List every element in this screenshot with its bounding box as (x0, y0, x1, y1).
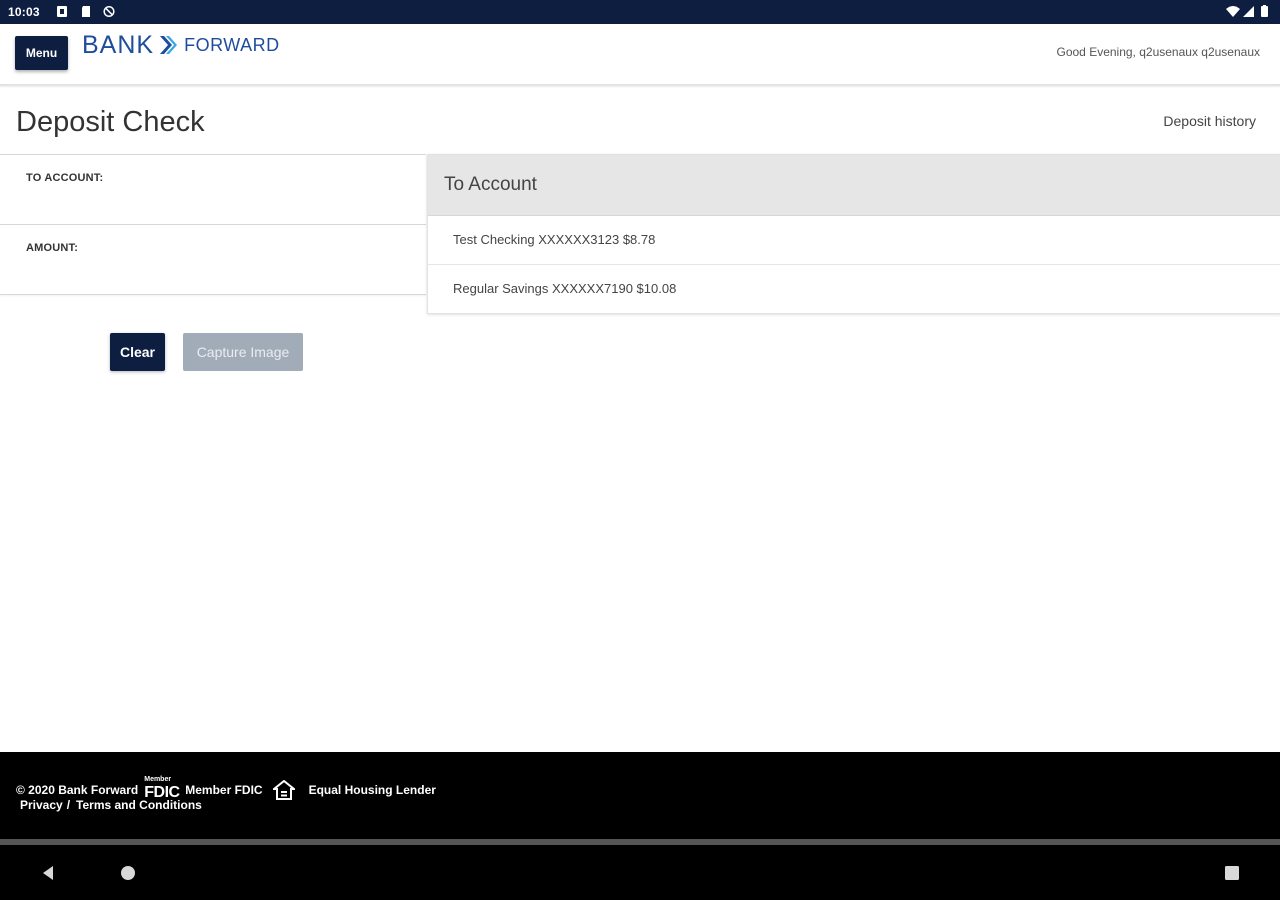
chevron-logo-icon (160, 36, 178, 54)
battery-icon (1261, 5, 1268, 17)
deposit-form: TO ACCOUNT: AMOUNT: (0, 154, 426, 295)
account-picker: To Account Test Checking XXXXXX3123 $8.7… (427, 154, 1280, 314)
amount-field[interactable]: AMOUNT: (0, 224, 426, 295)
link-separator: / (66, 798, 71, 812)
to-account-field[interactable]: TO ACCOUNT: (0, 154, 426, 225)
footer: © 2020 Bank Forward Member FDIC Member F… (0, 752, 1280, 839)
clear-button[interactable]: Clear (110, 333, 165, 371)
user-greeting: Good Evening, q2usenaux q2usenaux (1056, 45, 1261, 59)
equal-housing-icon (272, 780, 295, 800)
status-right-icons (1226, 5, 1268, 17)
back-icon[interactable] (40, 865, 56, 881)
capture-image-button[interactable]: Capture Image (183, 333, 303, 371)
footer-links: Privacy / Terms and Conditions (20, 798, 202, 812)
logo-forward-text: FORWARD (184, 34, 280, 55)
logo-bank-text: BANK (82, 30, 155, 59)
home-icon[interactable] (120, 865, 136, 881)
member-fdic-text: Member FDIC (185, 783, 263, 797)
status-bar: 10:03 (0, 0, 1280, 24)
sim-card-icon (82, 6, 90, 17)
account-picker-title: To Account (444, 174, 537, 195)
system-nav-bar (0, 845, 1280, 900)
terms-link[interactable]: Terms and Conditions (76, 798, 202, 812)
copyright-text: © 2020 Bank Forward (16, 783, 139, 797)
equal-housing-text: Equal Housing Lender (308, 783, 436, 797)
account-option-checking[interactable]: Test Checking XXXXXX3123 $8.78 (428, 216, 1280, 265)
account-option-label: Regular Savings XXXXXX7190 $10.08 (453, 281, 677, 296)
privacy-link[interactable]: Privacy (20, 798, 63, 812)
notification-icon (57, 6, 67, 17)
account-option-label: Test Checking XXXXXX3123 $8.78 (453, 232, 656, 247)
wifi-icon (1226, 6, 1240, 17)
page-title: Deposit Check (16, 106, 205, 138)
recents-icon[interactable] (1224, 865, 1240, 881)
signal-icon (1243, 6, 1254, 17)
status-time: 10:03 (8, 5, 40, 19)
account-picker-header: To Account (428, 155, 1280, 216)
no-sync-icon (103, 5, 115, 18)
fdic-logo-member: Member (144, 776, 172, 783)
account-option-savings[interactable]: Regular Savings XXXXXX7190 $10.08 (428, 265, 1280, 313)
deposit-history-link[interactable]: Deposit history (1163, 113, 1256, 129)
menu-button[interactable]: Menu (15, 36, 68, 70)
to-account-label: TO ACCOUNT: (26, 172, 104, 184)
app-header: Menu BANK FORWARD Good Evening, q2usenau… (0, 24, 1280, 86)
amount-label: AMOUNT: (26, 242, 79, 254)
bank-forward-logo: BANK FORWARD (82, 30, 280, 60)
